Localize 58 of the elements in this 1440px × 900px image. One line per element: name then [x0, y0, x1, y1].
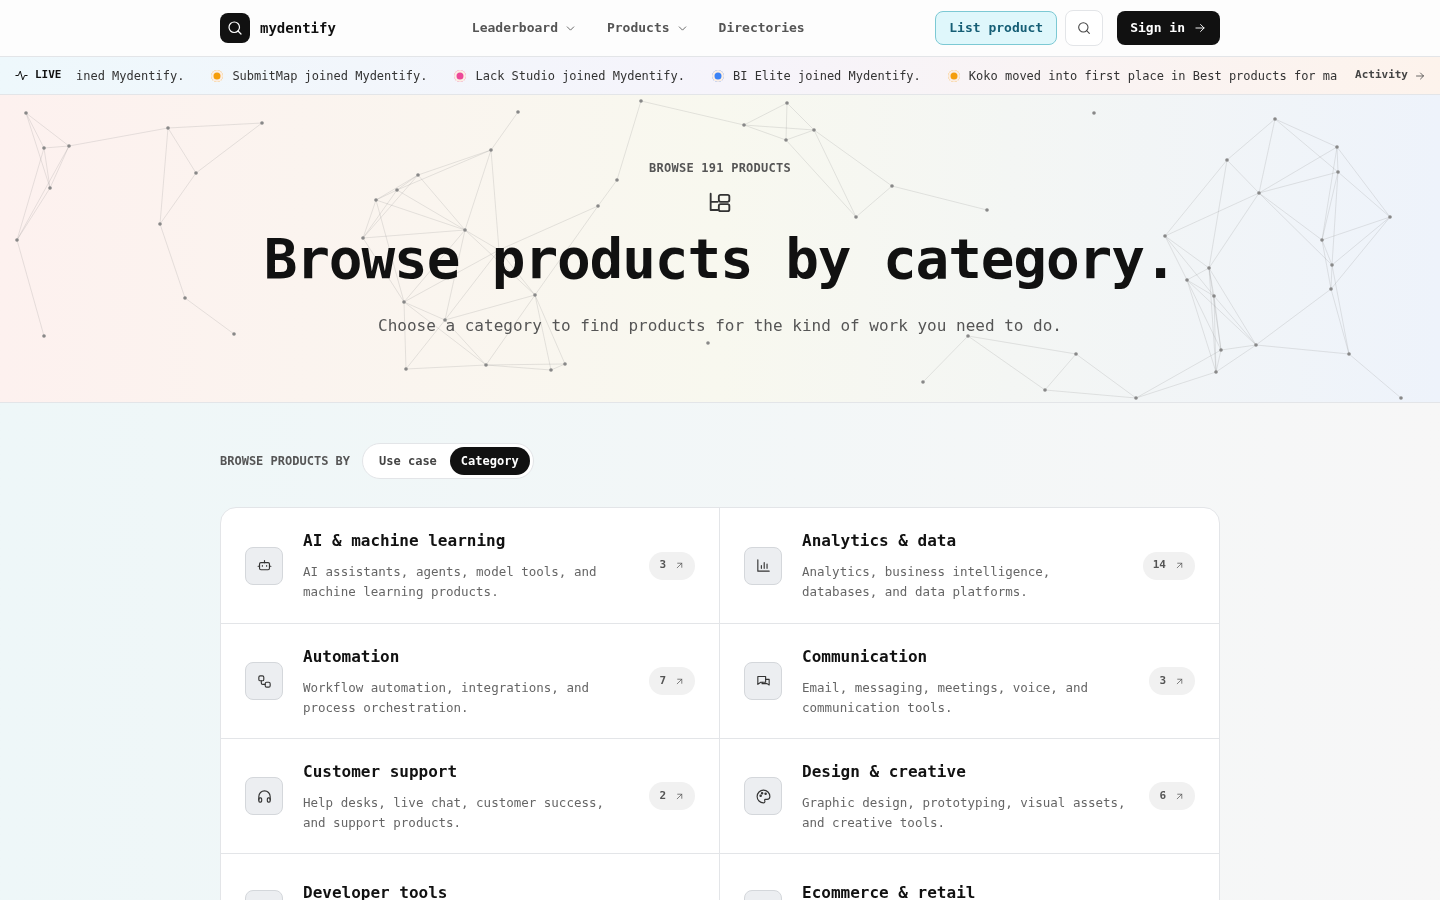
- category-description: Help desks, live chat, customer success, and support products.: [303, 793, 606, 832]
- bar-chart-icon: [754, 557, 772, 574]
- activity-text: Koko moved into first place in Best products for ma: [968, 67, 1338, 85]
- sign-in-button[interactable]: Sign in: [1117, 11, 1220, 45]
- activity-text: BI Elite joined Mydentify.: [732, 67, 921, 85]
- headphones-icon: [255, 787, 273, 805]
- page-title: Browse products by category.: [263, 231, 1177, 287]
- activity-text: Lack Studio joined Mydentify.: [475, 67, 685, 85]
- workflow-icon: [255, 672, 273, 690]
- pulse-icon: [14, 68, 29, 83]
- arrow-right-icon: [1193, 21, 1207, 35]
- logo-icon: [220, 13, 250, 43]
- count-badge: 6: [1149, 782, 1195, 810]
- logo-link[interactable]: mydentify: [220, 13, 336, 43]
- count-badge: 3: [1149, 667, 1195, 695]
- arrow-right-icon: [1414, 69, 1426, 82]
- live-label: LIVE: [35, 67, 62, 84]
- count-badge: 2: [649, 782, 695, 810]
- nav-link[interactable]: Leaderboard: [471, 18, 577, 38]
- count-badge: 14: [1142, 551, 1195, 580]
- category-card[interactable]: Communication Email, messaging, meetings, voice, and communication tools. 3: [720, 623, 1219, 738]
- search-button[interactable]: [1065, 10, 1104, 46]
- activity-link[interactable]: Activity: [1355, 67, 1426, 84]
- activity-text: SubmitMap joined Mydentify.: [232, 67, 428, 85]
- category-title: Customer support: [303, 760, 459, 783]
- count-badge: 3: [649, 551, 695, 580]
- category-card[interactable]: Automation Workflow automation, integrations, and process orchestration. 7: [221, 623, 720, 738]
- category-title: Automation: [303, 645, 401, 668]
- category-title: Communication: [802, 645, 929, 668]
- palette-icon: [754, 787, 772, 805]
- nav-link[interactable]: Directories: [718, 18, 805, 38]
- category-card[interactable]: Design & creative Graphic design, prototyping, visual assets, and creative tools. 6: [720, 738, 1219, 853]
- count-badge: 7: [649, 667, 695, 695]
- category-description: AI assistants, agents, model tools, and machine learning products.: [303, 563, 598, 601]
- category-card[interactable]: Analytics & data Analytics, business intelligence, databases, and data platforms. 14: [720, 508, 1219, 623]
- nav-link[interactable]: Products: [606, 18, 689, 38]
- category-card[interactable]: Ecommerce & retail: [720, 853, 1219, 900]
- list-product-button[interactable]: List product: [935, 11, 1058, 45]
- category-description: Workflow automation, integrations, and process orchestration.: [303, 678, 590, 717]
- page-subtitle: Choose a category to find products for the kind of work you need to do.: [378, 315, 1062, 337]
- arrow-up-right-icon: [674, 560, 685, 571]
- activity-text: ined Mydentify.: [76, 67, 185, 85]
- arrow-up-right-icon: [1174, 560, 1185, 571]
- category-title: Design & creative: [802, 760, 967, 783]
- segment-tab[interactable]: Use case: [366, 447, 450, 475]
- category-title: AI & machine learning: [303, 530, 507, 552]
- category-description: Email, messaging, meetings, voice, and communication tools.: [802, 678, 1089, 717]
- eyebrow-text: BROWSE 191 PRODUCTS: [649, 160, 791, 177]
- category-description: Analytics, business intelligence, databases, and data platforms.: [802, 563, 1052, 601]
- category-title: Ecommerce & retail: [802, 882, 977, 900]
- category-card[interactable]: AI & machine learning AI assistants, agents, model tools, and machine learning products. 3: [221, 508, 720, 623]
- logo-text: mydentify: [260, 18, 336, 38]
- category-title: Analytics & data: [802, 530, 958, 552]
- search-icon: [1076, 20, 1093, 36]
- category-description: Graphic design, prototyping, visual assets, and creative tools.: [802, 793, 1127, 832]
- browse-by-label: BROWSE PRODUCTS BY: [220, 453, 351, 470]
- category-card[interactable]: Customer support Help desks, live chat, customer success, and support products. 2: [221, 738, 720, 853]
- segment-tab[interactable]: Category: [449, 447, 530, 475]
